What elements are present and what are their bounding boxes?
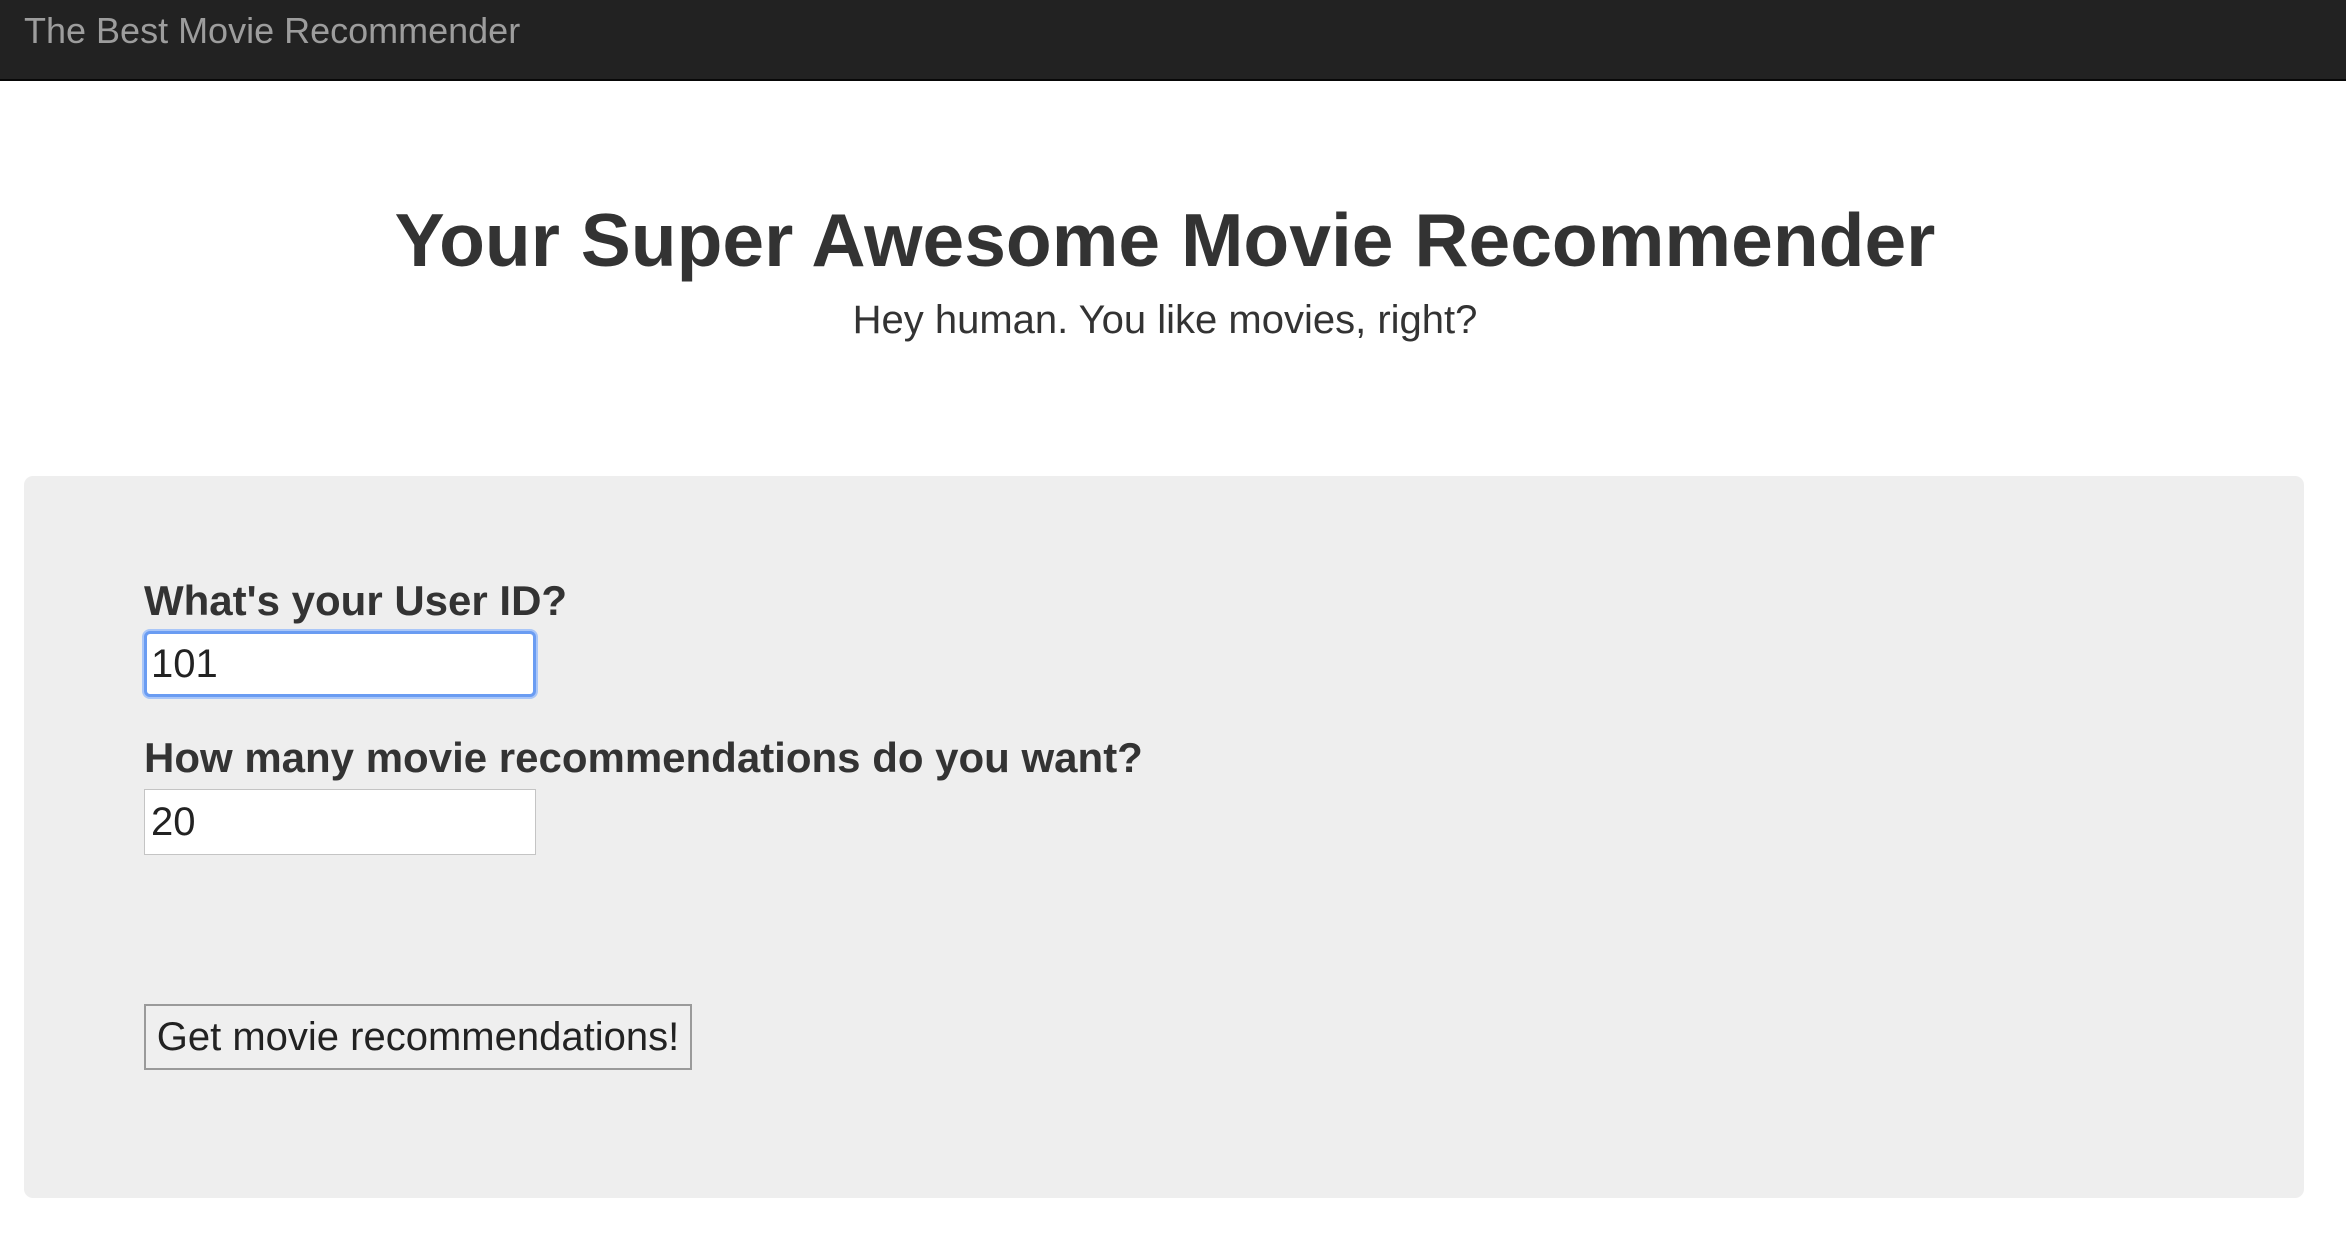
top-navbar: The Best Movie Recommender [0,0,2346,81]
user-id-label: What's your User ID? [144,577,568,624]
user-id-input[interactable] [144,631,536,697]
navbar-brand-link[interactable]: The Best Movie Recommender [24,10,520,52]
recommendation-count-label: How many movie recommendations do you wa… [144,734,1143,781]
page-title: Your Super Awesome Movie Recommender [394,198,1936,282]
recommendation-count-input[interactable] [144,789,536,855]
get-recommendations-button[interactable]: Get movie recommendations! [144,1004,692,1070]
page-header: Your Super Awesome Movie Recommender Hey… [0,196,2330,344]
recommendation-form: What's your User ID? How many movie reco… [24,476,2304,1198]
page-subtitle: Hey human. You like movies, right? [852,298,1478,342]
